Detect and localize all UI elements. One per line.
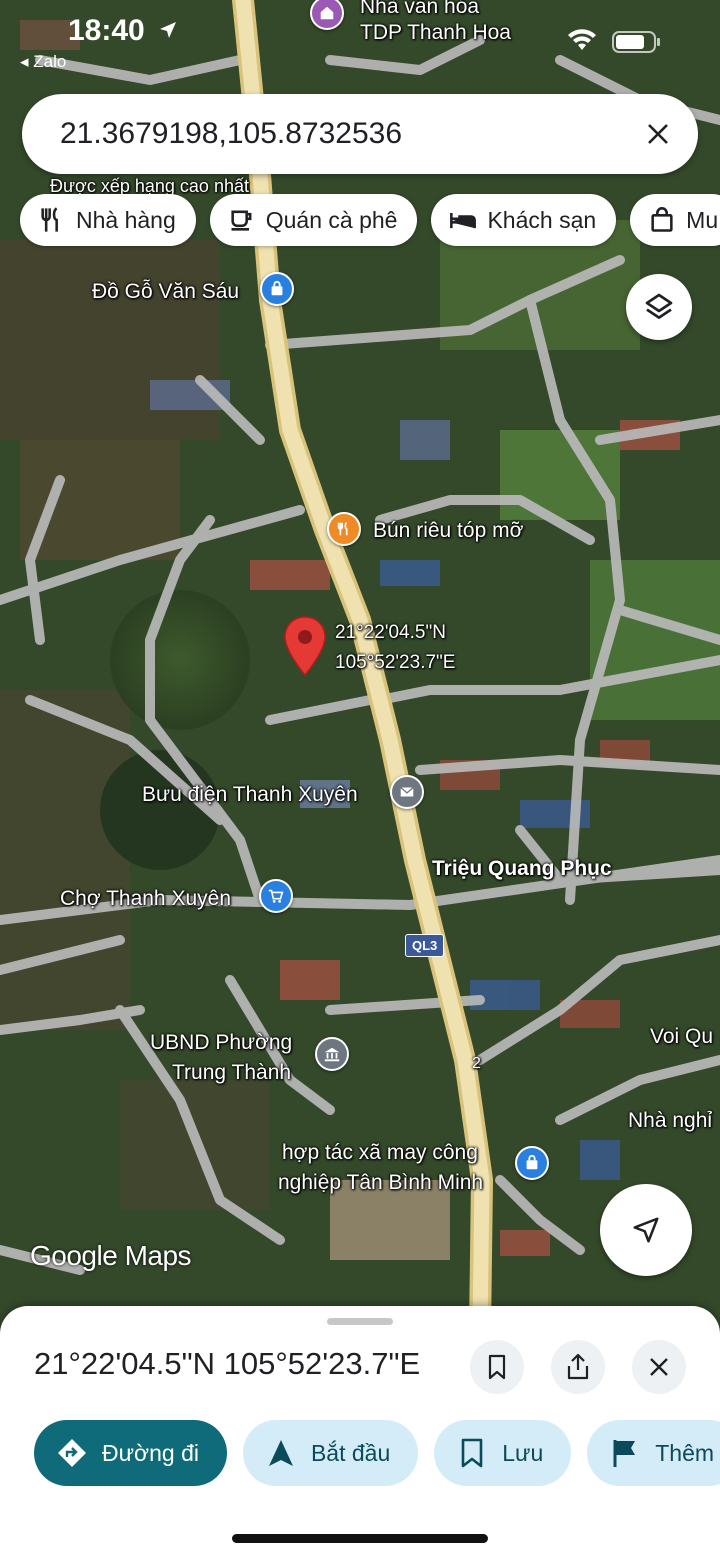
- sheet-drag-handle[interactable]: [327, 1318, 393, 1325]
- flag-icon: [613, 1440, 636, 1467]
- government-building-icon[interactable]: [315, 1037, 349, 1071]
- directions-icon: [58, 1439, 86, 1467]
- restaurant-icon: [41, 207, 58, 232]
- map-label-voi[interactable]: Voi Qu: [650, 1024, 713, 1049]
- hotel-icon: [450, 213, 477, 229]
- shopping-cart-poi-icon[interactable]: [259, 879, 293, 913]
- map-label-bun-rieu[interactable]: Bún riêu tóp mỡ: [373, 518, 523, 543]
- map-label-htx-line1[interactable]: hợp tác xã may công: [282, 1140, 478, 1165]
- coffee-icon: [231, 210, 252, 231]
- save-button[interactable]: Lưu: [434, 1420, 572, 1486]
- back-to-app-link[interactable]: ◂ Zalo: [20, 52, 66, 72]
- clear-search-button[interactable]: [628, 104, 688, 164]
- map-label-htx-line2[interactable]: nghiệp Tân Bình Minh: [278, 1170, 483, 1195]
- directions-button[interactable]: Đường đi: [34, 1420, 227, 1486]
- street-label-trieu-quang-phuc: Triệu Quang Phục: [432, 857, 612, 880]
- road-badge-label: QL3: [412, 938, 438, 953]
- battery-icon: [612, 31, 660, 53]
- start-navigation-button[interactable]: Bắt đầu: [242, 1420, 419, 1486]
- action-buttons: Đường đi Bắt đầu Lưu Thêm: [34, 1420, 720, 1486]
- my-location-button[interactable]: [600, 1184, 692, 1276]
- chip-label: Nhà hàng: [76, 206, 176, 233]
- wifi-icon: [568, 29, 596, 50]
- action-label: Bắt đầu: [310, 1439, 391, 1466]
- post-office-mail-icon[interactable]: [390, 775, 424, 809]
- location-services-icon: [160, 22, 176, 38]
- map-label-buu-dien[interactable]: Bưu điện Thanh Xuyên: [142, 782, 358, 807]
- action-label: Đường đi: [102, 1439, 199, 1466]
- save-place-button[interactable]: [470, 1340, 524, 1394]
- action-label: Thêm: [655, 1439, 715, 1466]
- pin-latitude-label: 21°22'04.5"N: [335, 622, 446, 643]
- google-maps-attribution: Google Maps: [30, 1240, 192, 1271]
- search-query-text[interactable]: 21.3679198,105.8732536: [60, 117, 628, 151]
- close-sheet-button[interactable]: [632, 1340, 686, 1394]
- map-label-do-go-van-sau[interactable]: Đồ Gỗ Văn Sáu: [92, 279, 239, 304]
- store-poi-icon[interactable]: [515, 1146, 549, 1180]
- chip-restaurants[interactable]: Nhà hàng: [20, 194, 196, 246]
- layers-icon: [645, 293, 673, 319]
- place-bottom-sheet[interactable]: 21°22'04.5"N 105°52'23.7"E Đường đi Bắt …: [0, 1306, 720, 1558]
- navigation-arrow-icon: [633, 1217, 659, 1243]
- chip-hotels[interactable]: Khách sạn: [431, 194, 617, 246]
- chip-label: Quán cà phê: [265, 206, 398, 233]
- chip-label: Khách sạn: [487, 206, 597, 233]
- search-bar[interactable]: 21.3679198,105.8732536: [22, 94, 698, 174]
- place-title: 21°22'04.5"N 105°52'23.7"E: [34, 1346, 421, 1381]
- location-pin-icon[interactable]: [283, 615, 327, 679]
- map-label-ubnd-line1[interactable]: UBND Phường: [150, 1030, 292, 1055]
- bookmark-icon: [461, 1438, 483, 1468]
- status-time: 18:40: [68, 14, 145, 47]
- category-chips: Nhà hàng Quán cà phê Khách sạn Mu: [20, 194, 720, 246]
- shopping-bag-poi-icon[interactable]: [260, 272, 294, 306]
- share-icon: [567, 1353, 589, 1380]
- map-label-ubnd-line2[interactable]: Trung Thành: [172, 1060, 291, 1085]
- restaurant-poi-icon[interactable]: [327, 512, 361, 546]
- status-bar: 18:40 ◂ Zalo: [0, 0, 720, 80]
- close-icon: [650, 1358, 668, 1376]
- road-badge-ql3: QL3: [405, 934, 445, 957]
- share-button[interactable]: [551, 1340, 605, 1394]
- navigation-arrow-icon: [268, 1440, 293, 1466]
- layers-button[interactable]: [626, 274, 692, 340]
- map-label-nha-nghi[interactable]: Nhà nghỉ: [628, 1108, 712, 1133]
- chip-label: Mu: [686, 206, 719, 233]
- chip-cafes[interactable]: Quán cà phê: [209, 194, 418, 246]
- close-icon: [648, 124, 668, 144]
- bookmark-icon: [488, 1354, 506, 1380]
- add-label-button[interactable]: Thêm: [587, 1420, 720, 1486]
- pin-longitude-label: 105°52'23.7"E: [335, 652, 456, 673]
- action-label: Lưu: [502, 1439, 544, 1466]
- chip-shopping[interactable]: Mu: [630, 194, 720, 246]
- map-label-road-number: 2: [472, 1055, 481, 1072]
- map-label-cho-thanh-xuyen[interactable]: Chợ Thanh Xuyên: [60, 886, 231, 911]
- shopping-icon: [651, 207, 673, 232]
- home-indicator[interactable]: [232, 1534, 488, 1543]
